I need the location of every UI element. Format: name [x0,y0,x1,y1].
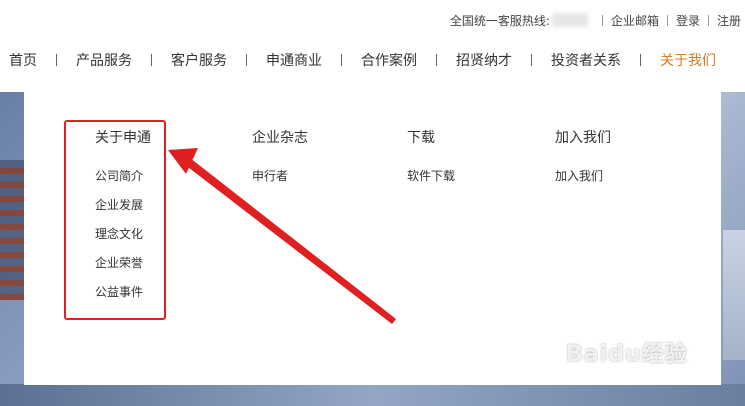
nav-item-investors[interactable]: 投资者关系 [551,50,621,70]
link-culture[interactable]: 理念文化 [95,226,151,242]
link-public-welfare[interactable]: 公益事件 [95,284,151,300]
link-join-us[interactable]: 加入我们 [555,168,611,184]
dropdown-column-join: 加入我们 加入我们 [555,130,611,197]
column-title: 企业杂志 [252,130,308,146]
baidu-watermark: Baidu经验 [566,342,688,367]
nav-item-home[interactable]: 首页 [9,50,37,70]
dropdown-column-magazine: 企业杂志 申行者 [252,130,308,197]
column-title: 加入我们 [555,130,611,146]
hotline-label: 全国统一客服热线: [449,13,550,28]
nav-item-cases[interactable]: 合作案例 [361,50,417,70]
divider [601,14,603,26]
nav-item-about-us[interactable]: 关于我们 [660,50,716,70]
column-title: 下载 [407,130,435,146]
column-title: 关于申通 [95,130,151,146]
top-utility-bar: 全国统一客服热线: 企业邮箱 登录 注册 [450,10,745,30]
banner-right-art [723,230,745,360]
link-software-download[interactable]: 软件下载 [407,168,455,184]
register-link[interactable]: 注册 [717,12,741,29]
nav-item-customer-service[interactable]: 客户服务 [171,50,227,70]
nav-divider [151,54,152,66]
email-link[interactable]: 企业邮箱 [611,12,659,29]
divider [666,14,668,26]
link-honors[interactable]: 企业荣誉 [95,255,151,271]
nav-divider [640,54,641,66]
nav-item-products[interactable]: 产品服务 [76,50,132,70]
dropdown-column-about: 关于申通 公司简介 企业发展 理念文化 企业荣誉 公益事件 [95,130,151,313]
link-magazine-issue[interactable]: 申行者 [252,168,308,184]
nav-divider [246,54,247,66]
dropdown-column-download: 下载 软件下载 [407,130,455,197]
nav-divider [531,54,532,66]
banner-bottom-strip [0,384,745,406]
baidu-watermark-url: jingyan.baidu.com [582,370,675,381]
divider [707,14,709,26]
nav-divider [436,54,437,66]
link-company-development[interactable]: 企业发展 [95,197,151,213]
nav-item-business[interactable]: 申通商业 [266,50,322,70]
link-company-profile[interactable]: 公司简介 [95,168,151,184]
login-link[interactable]: 登录 [676,12,700,29]
nav-divider [56,54,57,66]
banner-left-art [0,160,24,300]
nav-item-careers[interactable]: 招贤纳才 [456,50,512,70]
nav-divider [341,54,342,66]
main-nav: 首页 产品服务 客户服务 申通商业 合作案例 招贤纳才 投资者关系 关于我们 [0,48,745,72]
hotline-number-redacted [551,13,588,27]
